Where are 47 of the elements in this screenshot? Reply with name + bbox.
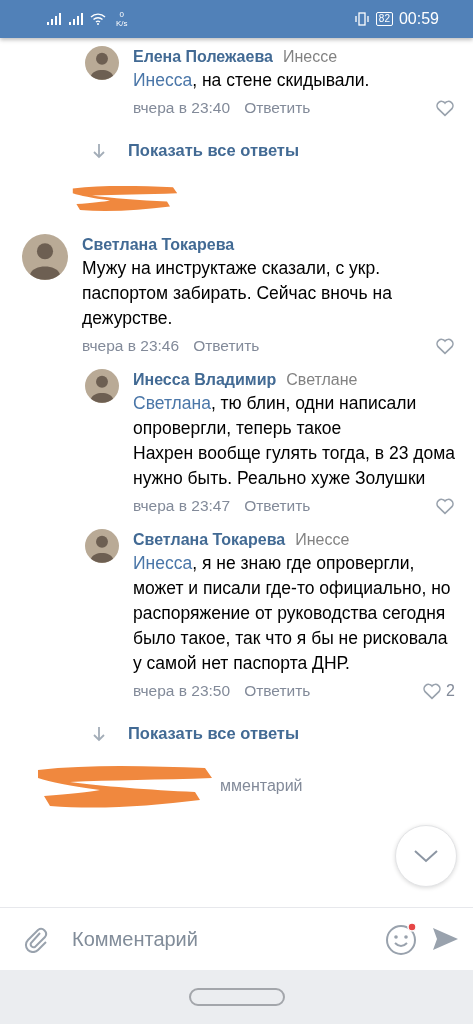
comment-text: Мужу на инструктаже сказали, с укр. паспортом забирать. Сейчас вночь на дежурстве.: [82, 257, 393, 330]
avatar-icon: [22, 234, 68, 280]
comment-time: вчера в 23:47: [133, 497, 231, 515]
comment-time: вчера в 23:40: [133, 99, 231, 117]
comment-text: Инесса, на стене скидывали.: [133, 69, 371, 92]
show-all-replies-link[interactable]: Показать все ответы: [128, 724, 300, 743]
reply-to-name: Светлане: [286, 370, 358, 390]
reply-to-name: Инессе: [295, 530, 350, 550]
reply-link[interactable]: Ответить: [244, 99, 311, 117]
speed-value: 0: [119, 10, 124, 19]
author-name[interactable]: Светлана Токарева: [82, 234, 235, 256]
comment-time: вчера в 23:50: [133, 682, 231, 700]
reply-link[interactable]: Ответить: [244, 497, 311, 515]
like-button[interactable]: [435, 99, 455, 117]
wifi-icon: [90, 13, 106, 25]
like-button[interactable]: [435, 337, 455, 355]
signal-icon: [68, 13, 84, 25]
reply-link[interactable]: Ответить: [244, 682, 311, 700]
home-indicator[interactable]: [188, 988, 285, 1006]
mention-link[interactable]: Инесса: [133, 553, 193, 573]
emoji-icon[interactable]: [385, 922, 419, 956]
avatar-icon: [85, 369, 119, 403]
comment-text: Светлана, тю блин, одни написали опровергли, теперь такое Нахрен вообще гулять тогда, в 23 дома нужно быть. Реально хуже Золушки: [133, 392, 455, 490]
mention-link[interactable]: Инесса: [133, 70, 193, 90]
chevron-down-icon: [413, 849, 439, 863]
reply-link[interactable]: Ответить: [193, 337, 260, 355]
avatar-icon: [85, 529, 119, 563]
send-icon[interactable]: [431, 925, 459, 953]
paperclip-icon[interactable]: [22, 925, 50, 953]
show-all-replies-link[interactable]: Показать все ответы: [128, 141, 300, 160]
down-arrow-icon: [92, 725, 106, 742]
author-name[interactable]: Инесса Владимир: [133, 369, 277, 391]
battery-level: 82: [375, 12, 393, 26]
author-name[interactable]: Светлана Токарева: [133, 529, 286, 551]
covered-text: мментарий: [220, 777, 303, 795]
comment-time: вчера в 23:46: [82, 337, 180, 355]
speed-unit: K/s: [116, 19, 128, 28]
down-arrow-icon: [92, 142, 106, 159]
comment-text: Инесса, я не знаю где опровергли, может и писали где-то официально, но распоряжение от руководства сегодня было такое, так что я бы не рисковала у самой нет паспорта ДНР.: [133, 552, 452, 675]
vibrate-icon: [353, 12, 370, 26]
avatar-icon: [85, 46, 119, 80]
signal-icon: [46, 13, 62, 25]
like-button[interactable]: [435, 497, 455, 515]
clock-time: 00:59: [398, 10, 439, 28]
author-name[interactable]: Елена Полежаева: [133, 46, 273, 68]
mention-link[interactable]: Светлана: [133, 393, 211, 413]
reply-to-name: Инессе: [282, 47, 338, 67]
